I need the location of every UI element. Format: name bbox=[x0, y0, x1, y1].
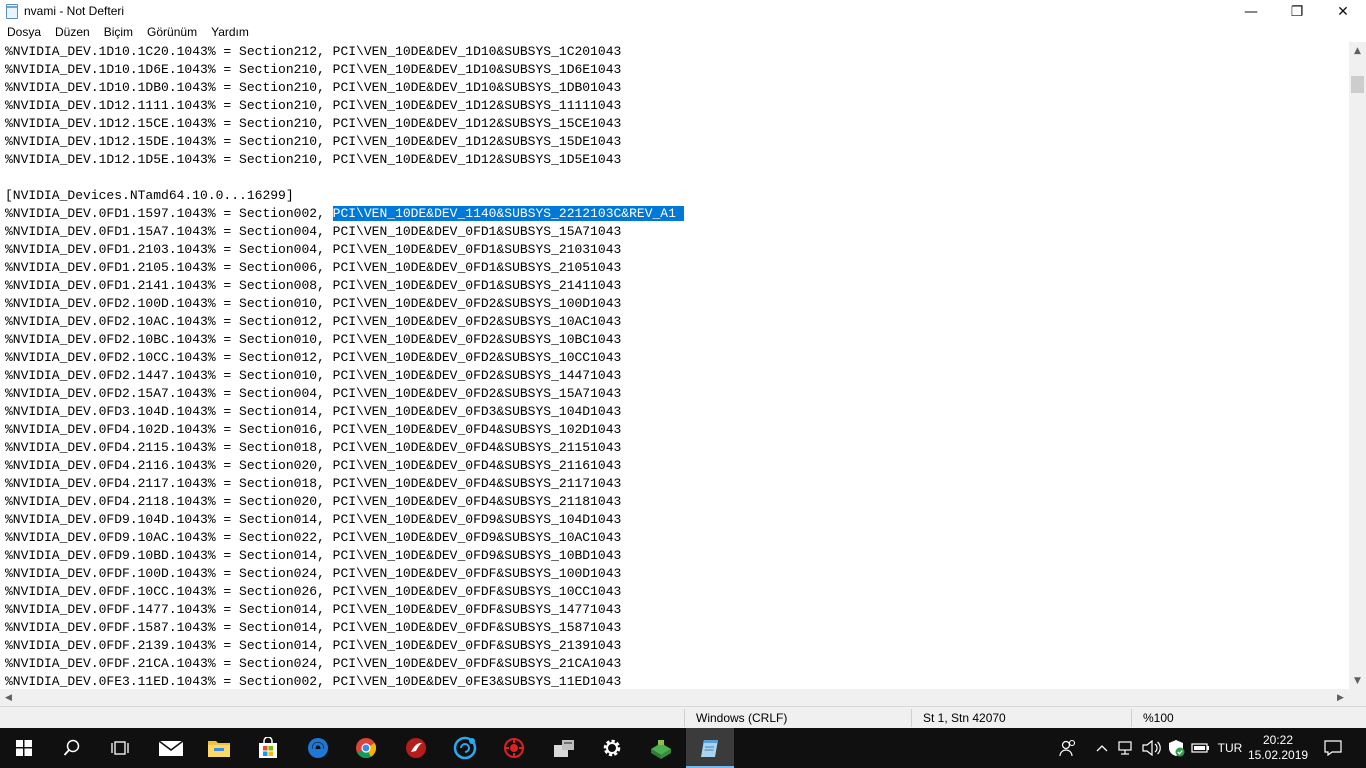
text-line: %NVIDIA_DEV.0FD9.10BD.1043% = Section014… bbox=[5, 548, 622, 563]
scrollbar-corner bbox=[1349, 689, 1366, 706]
text-line: %NVIDIA_DEV.0FD1.2141.1043% = Section008… bbox=[5, 278, 622, 293]
text-line: %NVIDIA_DEV.0FD2.10CC.1043% = Section012… bbox=[5, 350, 622, 365]
text-line: %NVIDIA_DEV.1D10.1C20.1043% = Section212… bbox=[5, 44, 622, 59]
text-line: %NVIDIA_DEV.0FDF.100D.1043% = Section024… bbox=[5, 566, 622, 581]
text-line: %NVIDIA_DEV.0FD4.2115.1043% = Section018… bbox=[5, 440, 622, 455]
status-zoom: %100 bbox=[1143, 711, 1174, 725]
text-line: %NVIDIA_DEV.0FD2.1447.1043% = Section010… bbox=[5, 368, 622, 383]
menu-dosya[interactable]: Dosya bbox=[0, 23, 48, 42]
refresh-app-icon[interactable] bbox=[441, 728, 489, 768]
battery-icon[interactable] bbox=[1190, 728, 1212, 768]
text-line: %NVIDIA_DEV.0FDF.10CC.1043% = Section026… bbox=[5, 584, 622, 599]
search-icon[interactable] bbox=[48, 728, 96, 768]
text-line: %NVIDIA_DEV.0FD9.10AC.1043% = Section022… bbox=[5, 530, 622, 545]
file-explorer-icon[interactable] bbox=[195, 728, 243, 768]
scroll-left-arrow-icon[interactable]: ◀ bbox=[0, 689, 17, 706]
scroll-down-arrow-icon[interactable]: ▼ bbox=[1349, 672, 1366, 689]
driver-tool-icon[interactable] bbox=[540, 728, 588, 768]
window-title: nvami - Not Defteri bbox=[24, 4, 125, 18]
text-line: %NVIDIA_DEV.0FD4.102D.1043% = Section016… bbox=[5, 422, 622, 437]
chevron-up-icon[interactable] bbox=[1094, 728, 1110, 768]
close-button[interactable]: ✕ bbox=[1320, 0, 1366, 23]
text-line: %NVIDIA_DEV.1D12.15CE.1043% = Section210… bbox=[5, 116, 622, 131]
chrome-icon[interactable] bbox=[342, 728, 390, 768]
clock-time: 20:22 bbox=[1262, 733, 1294, 747]
vertical-scroll-thumb[interactable] bbox=[1351, 76, 1364, 93]
menu-gorunum[interactable]: Görünüm bbox=[140, 23, 204, 42]
settings-icon[interactable] bbox=[588, 728, 636, 768]
scroll-up-arrow-icon[interactable]: ▲ bbox=[1349, 42, 1366, 59]
text-line: %NVIDIA_DEV.1D12.1D5E.1043% = Section210… bbox=[5, 152, 622, 167]
red-circle-app-icon[interactable] bbox=[490, 728, 538, 768]
notepad-app-icon bbox=[6, 4, 18, 19]
notification-icon[interactable] bbox=[1318, 728, 1348, 768]
text-selection[interactable]: PCI\VEN_10DE&DEV_1140&SUBSYS_2212103C&RE… bbox=[332, 206, 684, 221]
menu-bicim[interactable]: Biçim bbox=[97, 23, 140, 42]
text-line: %NVIDIA_DEV.0FD1.2105.1043% = Section006… bbox=[5, 260, 622, 275]
people-icon[interactable] bbox=[1056, 728, 1080, 768]
menu-duzen[interactable]: Düzen bbox=[48, 23, 97, 42]
text-line: %NVIDIA_DEV.1D10.1DB0.1043% = Section210… bbox=[5, 80, 622, 95]
menu-bar: Dosya Düzen Biçim Görünüm Yardım bbox=[0, 23, 1366, 42]
text-line: %NVIDIA_DEV.0FDF.1477.1043% = Section014… bbox=[5, 602, 622, 617]
green-box-icon[interactable] bbox=[637, 728, 685, 768]
network-icon[interactable] bbox=[1116, 728, 1136, 768]
store-icon[interactable] bbox=[244, 728, 292, 768]
clock-date: 15.02.2019 bbox=[1248, 748, 1309, 762]
text-content: %NVIDIA_DEV.1D10.1C20.1043% = Section212… bbox=[5, 43, 684, 689]
section-header-line: [NVIDIA_Devices.NTamd64.10.0...16299] bbox=[5, 188, 294, 203]
text-line: %NVIDIA_DEV.0FD2.100D.1043% = Section010… bbox=[5, 296, 622, 311]
scroll-right-arrow-icon[interactable]: ▶ bbox=[1332, 689, 1349, 706]
title-bar[interactable]: nvami - Not Defteri — ❐ ✕ bbox=[0, 0, 1366, 23]
text-line: %NVIDIA_DEV.0FDF.21CA.1043% = Section024… bbox=[5, 656, 622, 671]
text-line: %NVIDIA_DEV.0FD2.10AC.1043% = Section012… bbox=[5, 314, 622, 329]
text-line bbox=[5, 169, 684, 187]
text-line: %NVIDIA_DEV.0FD4.2118.1043% = Section020… bbox=[5, 494, 622, 509]
status-separator bbox=[911, 709, 912, 727]
volume-icon[interactable] bbox=[1140, 728, 1162, 768]
text-line: %NVIDIA_DEV.0FD9.104D.1043% = Section014… bbox=[5, 512, 622, 527]
text-line: %NVIDIA_DEV.0FD1.2103.1043% = Section004… bbox=[5, 242, 622, 257]
text-line: %NVIDIA_DEV.0FDF.1587.1043% = Section014… bbox=[5, 620, 622, 635]
text-line: %NVIDIA_DEV.0FDF.2139.1043% = Section014… bbox=[5, 638, 622, 653]
status-separator bbox=[1131, 709, 1132, 727]
text-line: %NVIDIA_DEV.1D12.15DE.1043% = Section210… bbox=[5, 134, 622, 149]
text-line: %NVIDIA_DEV.0FD3.104D.1043% = Section014… bbox=[5, 404, 622, 419]
status-line-ending: Windows (CRLF) bbox=[696, 711, 788, 725]
text-line: %NVIDIA_DEV.0FE3.11ED.1043% = Section002… bbox=[5, 674, 622, 689]
taskbar: TUR 20:22 15.02.2019 bbox=[0, 728, 1366, 768]
notepad-icon[interactable] bbox=[686, 728, 734, 768]
text-line: %NVIDIA_DEV.1D10.1D6E.1043% = Section210… bbox=[5, 62, 622, 77]
maximize-button[interactable]: ❐ bbox=[1274, 0, 1320, 23]
security-shield-icon[interactable] bbox=[1165, 728, 1187, 768]
text-line: %NVIDIA_DEV.0FD1.15A7.1043% = Section004… bbox=[5, 224, 622, 239]
selected-text-line: %NVIDIA_DEV.0FD1.1597.1043% = Section002… bbox=[5, 205, 684, 223]
status-separator bbox=[684, 709, 685, 727]
text-editor[interactable]: %NVIDIA_DEV.1D10.1C20.1043% = Section212… bbox=[0, 42, 1349, 689]
system-clock[interactable]: 20:22 15.02.2019 bbox=[1248, 733, 1308, 763]
text-line: %NVIDIA_DEV.0FD4.2117.1043% = Section018… bbox=[5, 476, 622, 491]
horizontal-scrollbar[interactable]: ◀ ▶ bbox=[0, 689, 1349, 706]
mail-icon[interactable] bbox=[147, 728, 195, 768]
status-bar: Windows (CRLF) St 1, Stn 42070 %100 bbox=[0, 706, 1366, 728]
edge-icon[interactable] bbox=[294, 728, 342, 768]
start-icon[interactable] bbox=[0, 728, 48, 768]
input-language[interactable]: TUR bbox=[1214, 728, 1246, 768]
text-line: %NVIDIA_DEV.1D12.1111.1043% = Section210… bbox=[5, 98, 622, 113]
game-app-icon[interactable] bbox=[392, 728, 440, 768]
text-line: %NVIDIA_DEV.0FD4.2116.1043% = Section020… bbox=[5, 458, 622, 473]
vertical-scrollbar[interactable]: ▲ ▼ bbox=[1349, 42, 1366, 689]
minimize-button[interactable]: — bbox=[1228, 0, 1274, 23]
text-line: %NVIDIA_DEV.0FD2.10BC.1043% = Section010… bbox=[5, 332, 622, 347]
task-view-icon[interactable] bbox=[96, 728, 144, 768]
line-prefix: %NVIDIA_DEV.0FD1.1597.1043% = Section002… bbox=[5, 206, 333, 221]
text-line: %NVIDIA_DEV.0FD2.15A7.1043% = Section004… bbox=[5, 386, 622, 401]
status-cursor-position: St 1, Stn 42070 bbox=[923, 711, 1006, 725]
menu-yardim[interactable]: Yardım bbox=[204, 23, 256, 42]
